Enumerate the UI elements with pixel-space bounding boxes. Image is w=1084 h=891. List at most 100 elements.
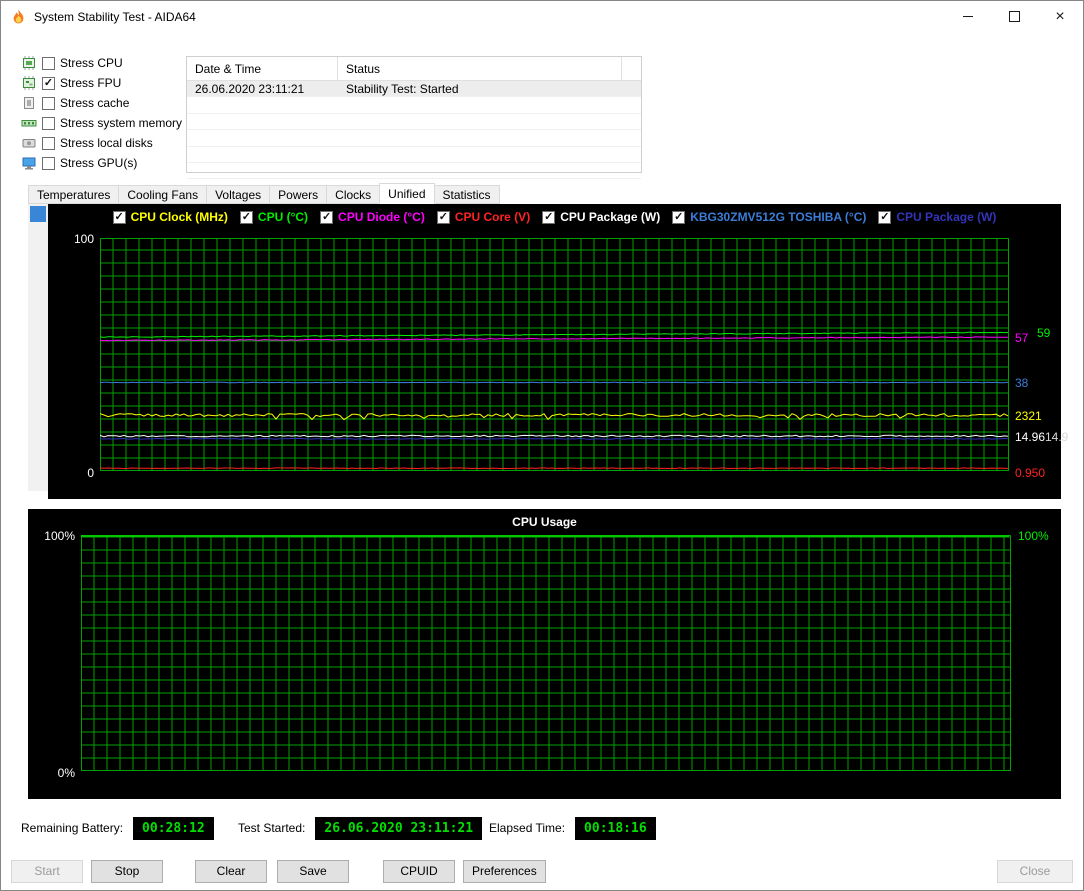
stress-option: Stress CPU [21,53,182,73]
close-window-button[interactable]: × [1037,1,1083,32]
legend-checkbox[interactable]: ✓ [672,210,686,224]
clear-button[interactable]: Clear [195,860,267,883]
column-header-status: Status [338,57,622,80]
unified-left-axis: 100 0 [54,232,96,480]
stress-option-label: Stress FPU [60,76,122,90]
status-value: 00:28:12 [133,816,214,840]
tab-strip: Temperatures Cooling Fans Voltages Powers Cl… [28,183,500,204]
app-window: System Stability Test - AIDA64 × Stress … [0,0,1084,891]
column-header-filler [622,57,641,80]
unified-legend: ✓ CPU Clock (MHz) ✓ CPU (°C) ✓ CPU Diode (°C)… [48,210,1061,224]
cpuid-button[interactable]: CPUID [383,860,455,883]
start-button: Start [11,860,83,883]
status-label: Elapsed Time: [489,821,566,835]
stress-checkbox[interactable] [42,116,55,130]
legend-item: ✓ CPU Clock (MHz) [112,210,228,224]
cpu-usage-title: CPU Usage [512,515,577,529]
legend-checkbox[interactable]: ✓ [878,210,892,224]
action-button-row: Start Stop Clear Save CPUID Preferences Close [1,860,1083,886]
axis-value-label: 100% [44,529,75,543]
legend-item: ✓ CPU Diode (°C) [320,210,425,224]
minimize-button[interactable] [945,1,991,32]
legend-checkbox[interactable]: ✓ [436,210,450,224]
stress-checkbox[interactable] [42,56,55,70]
legend-checkbox[interactable]: ✓ [320,210,334,224]
status-group: Elapsed Time: 00:18:16 [489,815,656,841]
axis-value-label: 0% [57,766,75,780]
table-row-empty [187,130,641,147]
tab-voltages[interactable]: Voltages [206,185,271,204]
stress-checkbox[interactable] [42,136,55,150]
table-row-empty [187,163,641,180]
chart-scrollbar[interactable] [28,204,48,491]
legend-item: ✓ KBG30ZMV512G TOSHIBA (°C) [672,210,866,224]
table-row[interactable]: 26.06.2020 23:11:21 Stability Test: Start… [187,81,641,98]
chart-scrollbar-thumb[interactable] [30,206,46,222]
unified-chart-panel: ✓ CPU Clock (MHz) ✓ CPU (°C) ✓ CPU Diode (°C)… [28,204,1068,499]
tab-clocks[interactable]: Clocks [326,185,381,204]
tab-cooling-fans[interactable]: Cooling Fans [118,185,208,204]
cpu-usage-plot [80,535,1011,772]
cpu-usage-chart: CPU Usage 100% 0% 100% [28,509,1061,799]
axis-value-label: 0.950 [1015,466,1046,480]
unified-right-values: 57 59 38 2321 14.96 14.9 0.950 [1012,238,1068,480]
stress-option-label: Stress local disks [60,136,153,150]
status-bar: Remaining Battery: 00:28:12 Test Started: 2… [1,815,1083,843]
cpu-usage-left-axis: 100% 0% [32,529,77,780]
disk-icon [21,135,38,151]
legend-checkbox[interactable]: ✓ [112,210,126,224]
stress-option: Stress cache [21,93,182,113]
stress-checkbox[interactable] [42,96,55,110]
stress-checkbox[interactable]: ✓ [42,76,55,90]
stress-options: Stress CPU ✓ Stress FPU Stress cache Stress … [21,53,182,173]
stress-option-label: Stress GPU(s) [60,156,138,170]
tab-powers[interactable]: Powers [269,185,328,204]
axis-value-label: 14.9 [1045,430,1069,444]
axis-value-label: 0 [87,466,94,480]
window-controls: × [945,1,1083,32]
legend-label: CPU Core (V) [454,210,531,224]
title-bar: System Stability Test - AIDA64 × [1,1,1083,33]
stress-option: ✓ Stress FPU [21,73,182,93]
stress-option: Stress system memory [21,113,182,133]
status-group: Remaining Battery: 00:28:12 [21,815,214,841]
legend-checkbox[interactable]: ✓ [542,210,556,224]
stress-checkbox[interactable] [42,156,55,170]
legend-checkbox[interactable]: ✓ [239,210,253,224]
stress-option-label: Stress CPU [60,56,123,70]
legend-label: CPU Package (W) [560,210,661,224]
legend-label: CPU Package (W) [896,210,997,224]
stop-button[interactable]: Stop [91,860,163,883]
legend-item: ✓ CPU Package (W) [878,210,996,224]
tab-temperatures[interactable]: Temperatures [28,185,120,204]
status-label: Remaining Battery: [21,821,124,835]
log-table: Date & Time Status 26.06.2020 23:11:21 St… [186,56,642,180]
save-button[interactable]: Save [277,860,349,883]
axis-value-label: 100 [73,232,94,246]
cpu-usage-right-values: 100% [1015,529,1059,771]
status-value: 26.06.2020 23:11:21 [315,816,483,840]
aida64-flame-icon [10,9,27,26]
legend-label: CPU Clock (MHz) [130,210,228,224]
axis-value-label: 38 [1015,376,1029,390]
axis-value-label: 59 [1037,326,1051,340]
table-row-empty [187,97,641,114]
gpu-icon [21,155,38,171]
cell-datetime: 26.06.2020 23:11:21 [195,81,305,96]
legend-label: CPU (°C) [257,210,309,224]
maximize-button[interactable] [991,1,1037,32]
axis-value-label: 14.96 [1015,430,1046,444]
cell-status: Stability Test: Started [346,81,459,96]
log-table-body: 26.06.2020 23:11:21 Stability Test: Start… [187,81,641,180]
legend-label: KBG30ZMV512G TOSHIBA (°C) [690,210,867,224]
tab-statistics[interactable]: Statistics [433,185,500,204]
tab-unified[interactable]: Unified [379,183,435,204]
close-button: Close [997,860,1073,883]
table-row-empty [187,147,641,163]
legend-item: ✓ CPU Package (W) [542,210,660,224]
stress-option-label: Stress system memory [60,116,183,130]
left-buttons: Start Stop Clear Save CPUID Preferences [11,860,546,883]
axis-value-label: 57 [1015,331,1029,345]
unified-chart: ✓ CPU Clock (MHz) ✓ CPU (°C) ✓ CPU Diode (°C)… [48,204,1068,499]
preferences-button[interactable]: Preferences [463,860,546,883]
